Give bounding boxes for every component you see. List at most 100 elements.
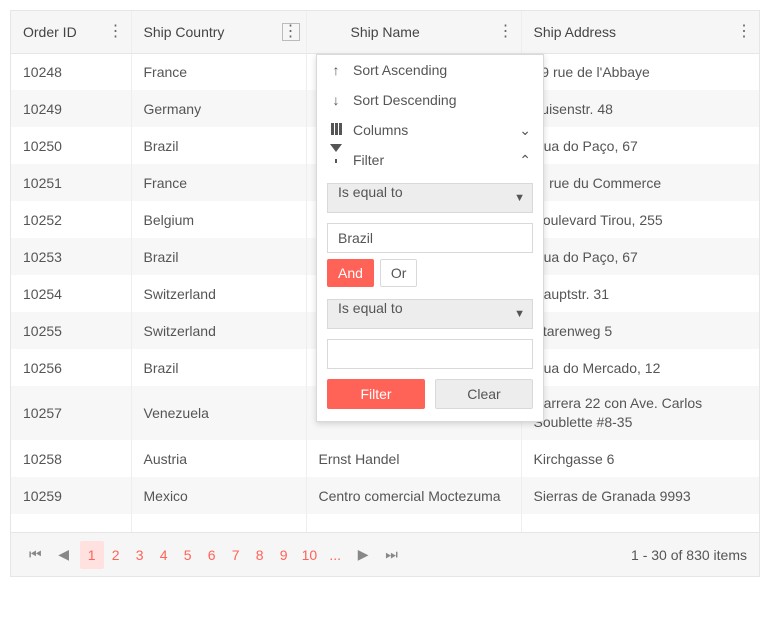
cell-shipAddress: Boulevard Tirou, 255 <box>521 201 759 238</box>
col-header-order-id[interactable]: Order ID ⋮ <box>11 11 131 53</box>
col-header-label: Order ID <box>23 24 77 40</box>
pager-page-4[interactable]: 4 <box>152 541 176 569</box>
arrow-up-icon: ↑ <box>329 62 343 78</box>
filter-value-2-input[interactable] <box>327 339 533 369</box>
pager-info: 1 - 30 of 830 items <box>631 547 747 563</box>
cell-shipAddress: Kirchgasse 6 <box>521 440 759 477</box>
cell-orderId: 10258 <box>11 440 131 477</box>
column-menu-icon[interactable]: ⋮ <box>107 23 125 41</box>
cell-shipAddress: Luisenstr. 48 <box>521 90 759 127</box>
cell-shipName: Ernst Handel <box>306 440 521 477</box>
arrow-down-icon: ↓ <box>329 92 343 108</box>
cell-orderId: 10256 <box>11 349 131 386</box>
cell-shipAddress: Sierras de Granada 9993 <box>521 477 759 514</box>
chevron-up-icon: ⌃ <box>519 152 531 169</box>
pager-page-6[interactable]: 6 <box>200 541 224 569</box>
cell-shipCountry: Mexico <box>131 477 306 514</box>
cell-shipCountry: Germany <box>131 90 306 127</box>
filter-icon <box>329 152 343 168</box>
cell-orderId: 10254 <box>11 275 131 312</box>
pager-last-button[interactable]: ⏭ <box>379 541 404 569</box>
select-display: Is equal to <box>327 299 533 329</box>
col-header-ship-address[interactable]: Ship Address ⋮ <box>521 11 759 53</box>
table-row[interactable]: 10259MexicoCentro comercial MoctezumaSie… <box>11 477 759 514</box>
cell-orderId: 10248 <box>11 53 131 90</box>
filter-item[interactable]: Filter ⌃ <box>317 145 543 175</box>
vertical-dots-icon: ⋮ <box>736 24 752 40</box>
cell-shipCountry: Brazil <box>131 238 306 275</box>
pager-page-2[interactable]: 2 <box>104 541 128 569</box>
pager: ⏮ ◀ 12345678910... ▶ ⏭ 1 - 30 of 830 ite… <box>11 532 759 576</box>
filter-operator-2[interactable]: Is equal to ▼ <box>327 299 533 329</box>
cell-orderId: 10257 <box>11 386 131 440</box>
filter-logic-group: And Or <box>327 259 533 287</box>
label: Sort Ascending <box>353 62 447 78</box>
filter-apply-button[interactable]: Filter <box>327 379 425 409</box>
chevron-down-icon: ⌄ <box>519 122 531 139</box>
pager-page-5[interactable]: 5 <box>176 541 200 569</box>
cell-orderId: 10249 <box>11 90 131 127</box>
column-menu-icon[interactable]: ⋮ <box>735 23 753 41</box>
pager-page-7[interactable]: 7 <box>224 541 248 569</box>
column-menu-popup: ↑ Sort Ascending ↓ Sort Descending Colum… <box>316 54 544 422</box>
cell-shipCountry: France <box>131 164 306 201</box>
cell-shipCountry: Brazil <box>131 127 306 164</box>
pager-page-8[interactable]: 8 <box>248 541 272 569</box>
cell-shipCountry: Switzerland <box>131 312 306 349</box>
columns-icon <box>329 122 343 138</box>
cell-shipAddress: Starenweg 5 <box>521 312 759 349</box>
filter-operator-1[interactable]: Is equal to ▼ <box>327 183 533 213</box>
col-header-label: Ship Country <box>144 24 225 40</box>
select-display: Is equal to <box>327 183 533 213</box>
cell-shipCountry: Venezuela <box>131 386 306 440</box>
column-menu-icon[interactable]: ⋮ <box>282 23 300 41</box>
sort-ascending-item[interactable]: ↑ Sort Ascending <box>317 55 543 85</box>
cell-shipAddress: 2, rue du Commerce <box>521 164 759 201</box>
pager-page-9[interactable]: 9 <box>272 541 296 569</box>
label: Sort Descending <box>353 92 457 108</box>
label: Filter <box>353 152 384 168</box>
logic-and-button[interactable]: And <box>327 259 374 287</box>
col-header-ship-name[interactable]: Ship Name ⋮ <box>306 11 521 53</box>
pager-page-3[interactable]: 3 <box>128 541 152 569</box>
label: Columns <box>353 122 408 138</box>
table-row[interactable]: 10258AustriaErnst HandelKirchgasse 6 <box>11 440 759 477</box>
vertical-dots-icon: ⋮ <box>108 24 124 40</box>
filter-value-1-input[interactable] <box>327 223 533 253</box>
filter-clear-button[interactable]: Clear <box>435 379 533 409</box>
pager-page-10[interactable]: 10 <box>296 541 324 569</box>
cell-orderId: 10251 <box>11 164 131 201</box>
cell-shipName: Centro comercial Moctezuma <box>306 477 521 514</box>
cell-shipAddress: Rua do Paço, 67 <box>521 127 759 164</box>
cell-shipAddress: 59 rue de l'Abbaye <box>521 53 759 90</box>
vertical-dots-icon: ⋮ <box>283 24 299 40</box>
cell-shipCountry: Belgium <box>131 201 306 238</box>
filter-form: Is equal to ▼ And Or Is equal to ▼ Filte… <box>317 175 543 421</box>
cell-orderId: 10252 <box>11 201 131 238</box>
pager-page-1[interactable]: 1 <box>80 541 104 569</box>
cell-shipCountry: Switzerland <box>131 275 306 312</box>
pager-prev-button[interactable]: ◀ <box>52 541 76 569</box>
cell-shipCountry: Brazil <box>131 349 306 386</box>
cell-shipAddress: Rua do Mercado, 12 <box>521 349 759 386</box>
column-menu-icon[interactable]: ⋮ <box>497 23 515 41</box>
cell-shipCountry: France <box>131 53 306 90</box>
cell-shipAddress: Hauptstr. 31 <box>521 275 759 312</box>
cell-shipCountry: Austria <box>131 440 306 477</box>
pager-first-button[interactable]: ⏮ <box>23 541 48 569</box>
pager-more[interactable]: ... <box>323 541 347 569</box>
data-grid: Order ID ⋮ Ship Country ⋮ Ship Name ⋮ Sh… <box>10 10 760 577</box>
pager-next-button[interactable]: ▶ <box>351 541 375 569</box>
vertical-dots-icon: ⋮ <box>498 24 514 40</box>
col-header-label: Ship Name <box>319 24 420 40</box>
cell-orderId: 10250 <box>11 127 131 164</box>
cell-shipAddress: Rua do Paço, 67 <box>521 238 759 275</box>
sort-descending-item[interactable]: ↓ Sort Descending <box>317 85 543 115</box>
cell-orderId: 10259 <box>11 477 131 514</box>
col-header-ship-country[interactable]: Ship Country ⋮ <box>131 11 306 53</box>
logic-or-button[interactable]: Or <box>380 259 418 287</box>
cell-orderId: 10255 <box>11 312 131 349</box>
col-header-label: Ship Address <box>534 24 617 40</box>
cell-shipAddress: Carrera 22 con Ave. Carlos Soublette #8-… <box>521 386 759 440</box>
columns-item[interactable]: Columns ⌄ <box>317 115 543 145</box>
